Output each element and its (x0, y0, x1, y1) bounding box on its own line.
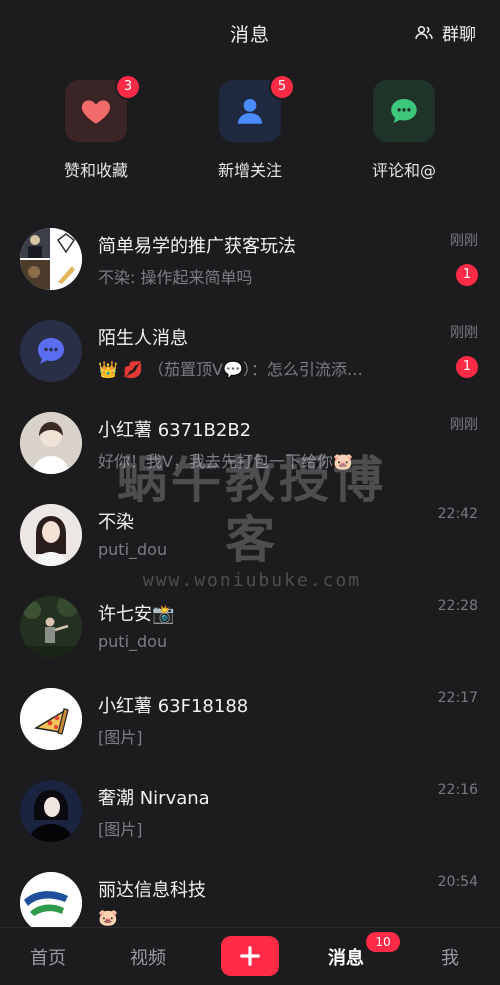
conversation-time: 刚刚 (450, 325, 478, 341)
conversation-time: 刚刚 (450, 417, 478, 433)
top-bar: 消息 群聊 (0, 0, 500, 64)
conversation-row[interactable]: 小红薯 63F18188 [图片] 22:17 (0, 674, 500, 766)
conversation-preview: [图片] (98, 820, 143, 839)
conversation-name: 小红薯 63F18188 (98, 696, 249, 717)
messages-badge: 10 (366, 932, 400, 952)
user-avatar (20, 412, 82, 474)
conversation-time: 22:28 (437, 598, 478, 614)
bottom-nav: 首页 视频 消息 10 我 (0, 927, 500, 985)
unread-badge: 1 (456, 264, 478, 286)
conversation-time: 刚刚 (450, 233, 478, 249)
nav-video[interactable]: 视频 (130, 944, 166, 970)
group-chat-label: 群聊 (442, 25, 476, 45)
messages-screen: 消息 群聊 3 赞和收藏 5 新增关注 评论和@ 简单易学的推广获客玩法 不染:… (0, 0, 500, 985)
conversation-name: 奢潮 Nirvana (98, 788, 210, 809)
conversation-preview: 不染: 操作起来简单吗 (98, 268, 253, 287)
quick-actions: 3 赞和收藏 5 新增关注 评论和@ (0, 76, 500, 190)
conversation-row[interactable]: 许七安📸 puti_dou 22:28 (0, 582, 500, 674)
conversation-time: 22:16 (437, 782, 478, 798)
conversation-preview: puti_dou (98, 632, 168, 651)
user-avatar (20, 596, 82, 658)
conversation-name: 许七安📸 (98, 604, 175, 625)
conversation-time: 22:42 (437, 506, 478, 522)
conversation-preview: [图片] (98, 728, 143, 747)
person-icon (237, 98, 263, 124)
group-chat-button[interactable]: 群聊 (414, 20, 476, 45)
conversation-time: 20:54 (437, 874, 478, 890)
conversation-preview: 好你！我V，我去先打包一下给你🐷 (98, 452, 353, 471)
comments-and-mentions-button[interactable]: 评论和@ (349, 80, 459, 181)
stranger-avatar (20, 320, 82, 382)
conversation-name: 简单易学的推广获客玩法 (98, 236, 296, 257)
likes-and-collections-button[interactable]: 3 赞和收藏 (41, 76, 151, 181)
create-post-button[interactable] (221, 936, 279, 976)
plus-icon (240, 946, 260, 966)
conversation-row[interactable]: 陌生人消息 👑 💋 （茄置顶V💬）：怎么引流添… 刚刚 1 (0, 306, 500, 398)
conversation-preview: 👑 💋 （茄置顶V💬）：怎么引流添… (98, 360, 363, 379)
conversation-name: 不染 (98, 512, 134, 533)
nav-home[interactable]: 首页 (30, 944, 66, 970)
likes-label: 赞和收藏 (63, 161, 128, 180)
comments-tile (373, 80, 435, 142)
conversation-preview: puti_dou (98, 540, 168, 559)
group-collage-avatar (20, 228, 82, 290)
conversation-row[interactable]: 小红薯 6371B2B2 好你！我V，我去先打包一下给你🐷 刚刚 (0, 398, 500, 490)
followers-label: 新增关注 (217, 161, 282, 180)
unread-badge: 1 (456, 356, 478, 378)
likes-tile: 3 (65, 76, 139, 142)
conversation-row[interactable]: 奢潮 Nirvana [图片] 22:16 (0, 766, 500, 858)
user-avatar (20, 504, 82, 566)
conversation-row[interactable]: 不染 puti_dou 22:42 (0, 490, 500, 582)
likes-badge: 3 (117, 76, 139, 98)
conversation-name: 小红薯 6371B2B2 (98, 420, 252, 441)
conversation-name: 陌生人消息 (98, 328, 188, 349)
conversation-row[interactable]: 简单易学的推广获客玩法 不染: 操作起来简单吗 刚刚 1 (0, 214, 500, 306)
conversation-name: 丽达信息科技 (98, 880, 206, 901)
logo-avatar (20, 872, 82, 934)
followers-tile: 5 (219, 76, 293, 142)
new-followers-button[interactable]: 5 新增关注 (195, 76, 305, 181)
pizza-avatar (20, 688, 82, 750)
group-people-icon (415, 25, 433, 39)
nav-me[interactable]: 我 (441, 944, 459, 970)
user-avatar (20, 780, 82, 842)
nav-messages[interactable]: 消息 (328, 944, 364, 970)
followers-badge: 5 (271, 76, 293, 98)
heart-icon (81, 100, 111, 124)
chat-bubble-icon (391, 98, 417, 124)
conversation-time: 22:17 (437, 690, 478, 706)
comments-label: 评论和@ (371, 161, 436, 180)
conversation-preview: 🐷 (98, 908, 118, 927)
